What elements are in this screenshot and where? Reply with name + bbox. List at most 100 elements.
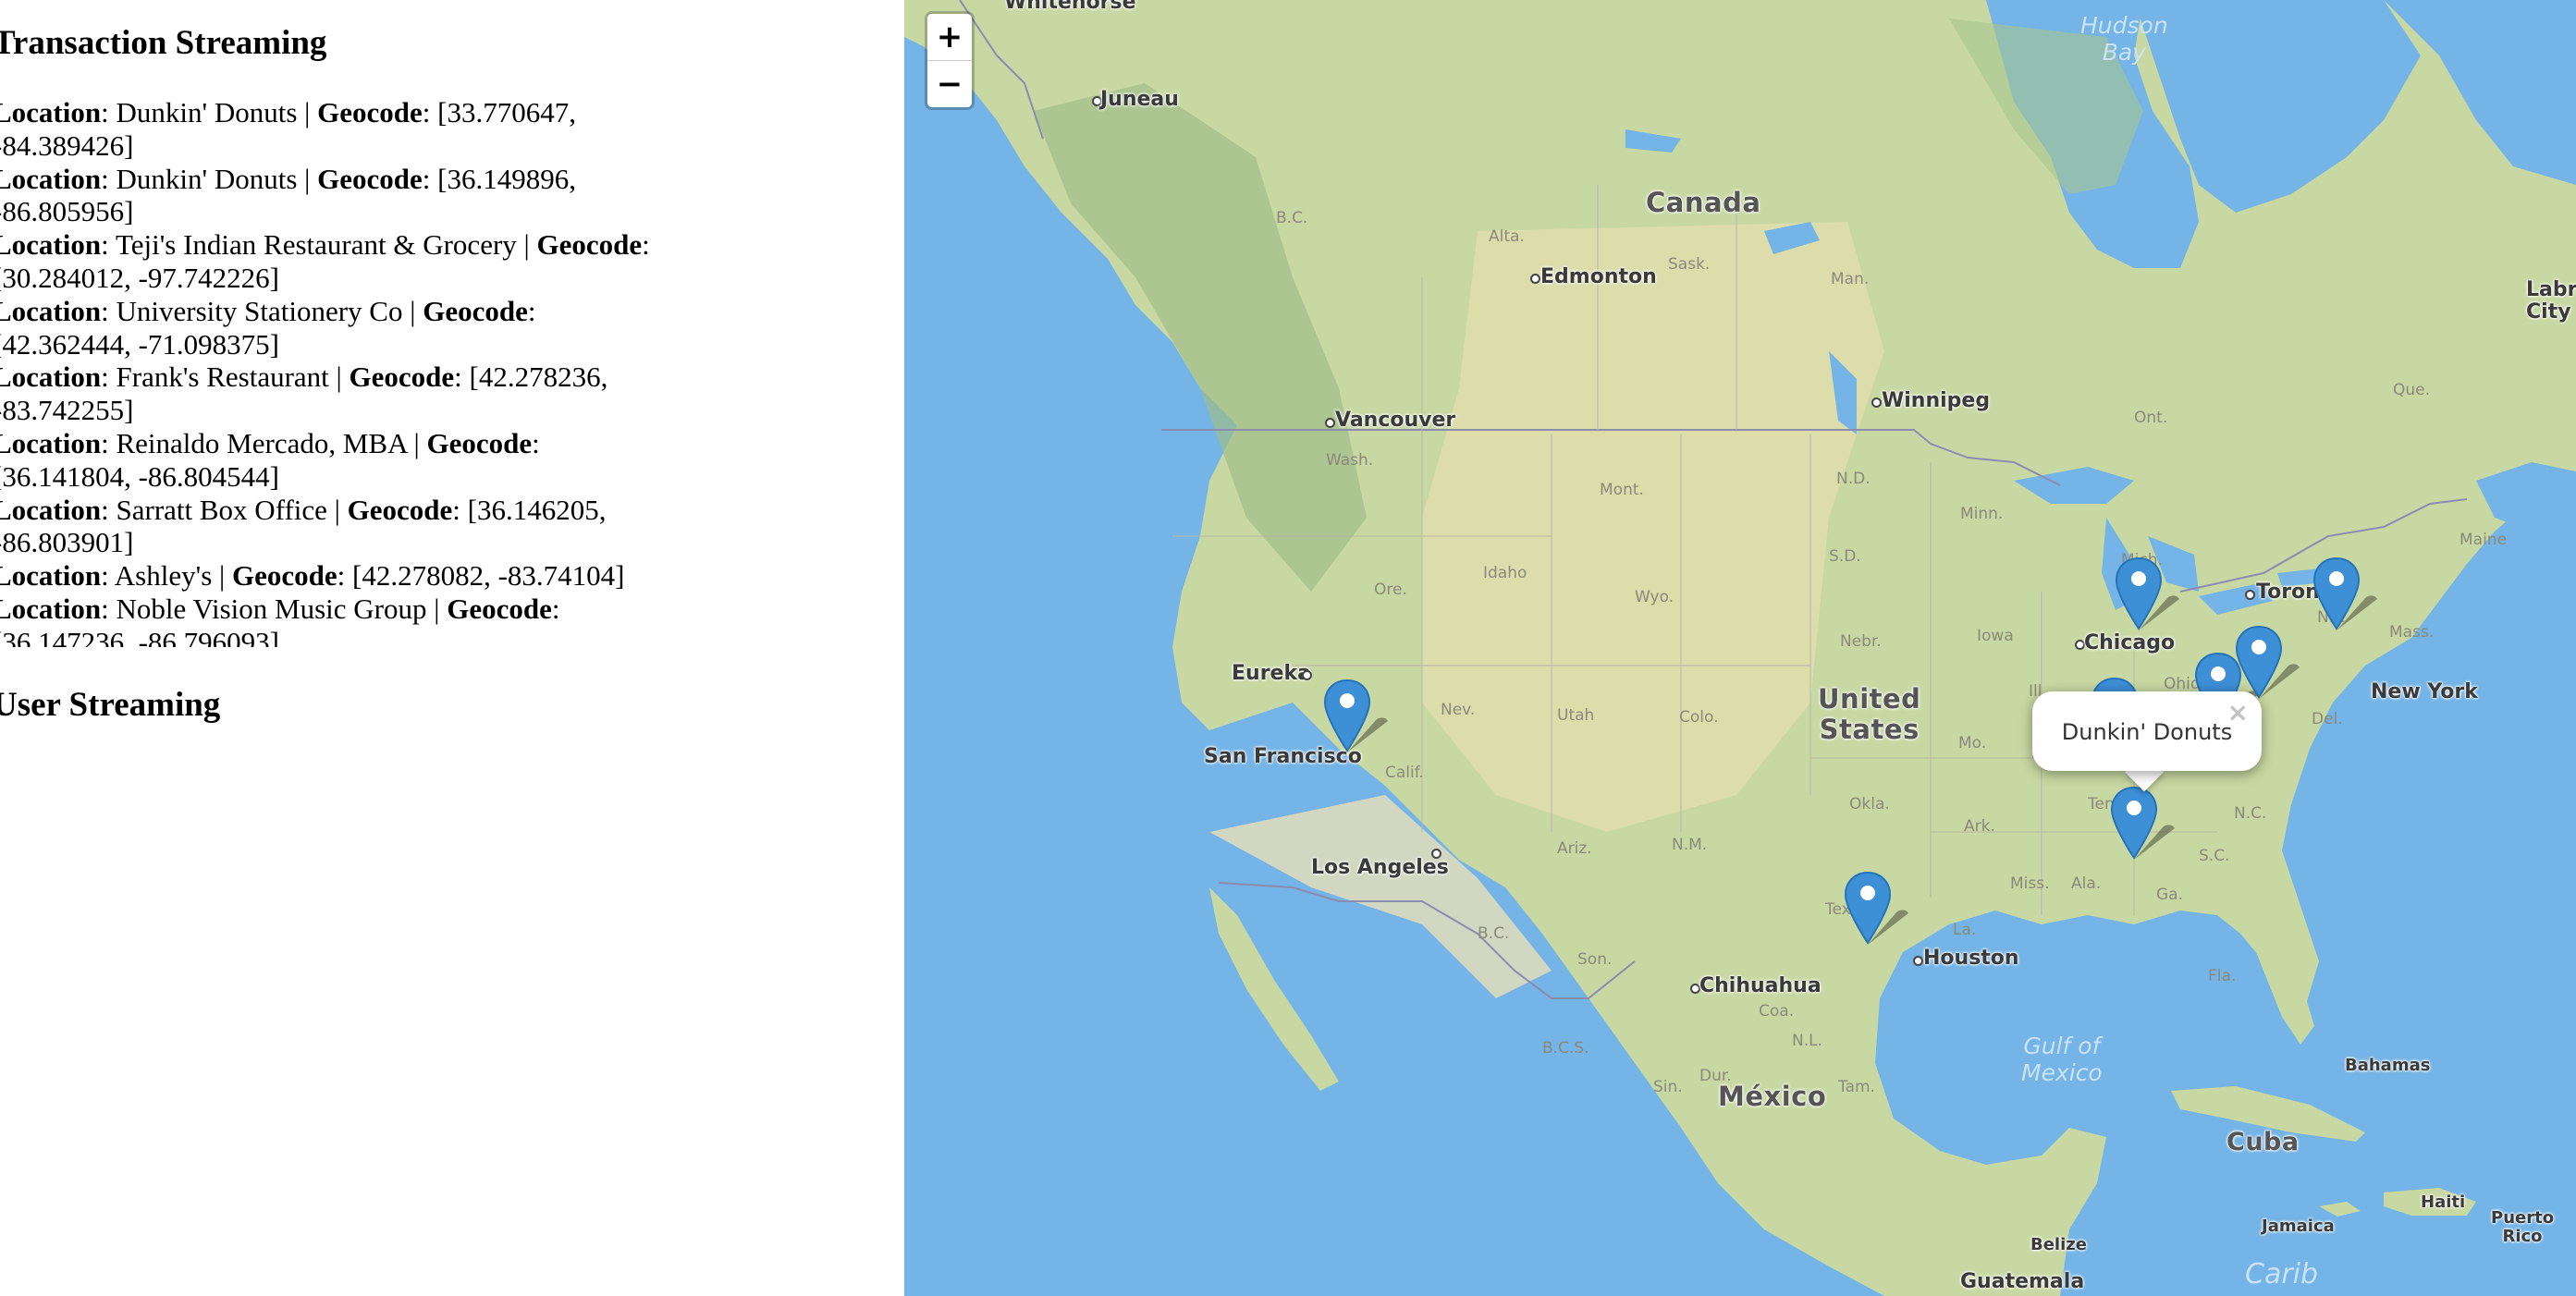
transaction-item: Location: Dunkin' Donuts | Geocode: [36.…	[0, 163, 677, 229]
geocode-value: [42.362444, -71.098375]	[0, 327, 279, 361]
gulf-of-mexico-label: Gulf of Mexico	[2021, 1033, 2103, 1087]
label-mo: Mo.	[1958, 734, 1987, 752]
city-los-angeles: Los Angeles	[1311, 856, 1449, 879]
city-winnipeg: Winnipeg	[1882, 389, 1991, 412]
city-dot-toronto	[2245, 590, 2255, 600]
city-jamaica: Jamaica	[2262, 1217, 2335, 1236]
transaction-item: Location: Reinaldo Mercado, MBA | Geocod…	[0, 427, 677, 494]
transaction-item: Location: Dunkin' Donuts | Geocode: [33.…	[0, 96, 677, 163]
city-labrador-city-line1: Labra	[2526, 278, 2576, 301]
city-labrador-city: Labra City	[2526, 278, 2576, 324]
marker-pin-icon	[2312, 556, 2377, 630]
location-key: Location	[0, 592, 102, 625]
mexico-label: México	[1718, 1081, 1827, 1112]
label-mass: Mass.	[2389, 623, 2435, 642]
city-chicago: Chicago	[2084, 631, 2176, 654]
zoom-in-button[interactable]: +	[927, 14, 972, 60]
label-son: Son.	[1577, 950, 1613, 969]
geocode-key: Geocode	[426, 426, 533, 459]
transaction-item: Location: Frank's Restaurant | Geocode: …	[0, 361, 677, 427]
label-dur: Dur.	[1699, 1067, 1732, 1085]
label-okla: Okla.	[1849, 795, 1890, 813]
label-utah: Utah	[1557, 706, 1595, 725]
label-bcs: B.C.S.	[1542, 1039, 1589, 1058]
label-calif: Calif.	[1385, 764, 1424, 782]
city-dot-houston	[1913, 956, 1923, 966]
cuba-label: Cuba	[2226, 1128, 2300, 1156]
hudson-bay-label-line2: Bay	[2102, 38, 2146, 66]
label-sask: Sask.	[1668, 255, 1711, 274]
map-marker[interactable]	[2115, 556, 2179, 630]
city-dot-winnipeg	[1871, 397, 1882, 408]
location-value: Sarratt Box Office	[116, 493, 327, 526]
map-marker[interactable]	[1844, 871, 1908, 945]
map-marker[interactable]	[2235, 625, 2300, 699]
transaction-item: Location: Noble Vision Music Group | Geo…	[0, 593, 677, 647]
transaction-list[interactable]: Location: Dunkin' Donuts | Geocode: [33.…	[0, 96, 677, 647]
label-alta: Alta.	[1489, 227, 1525, 246]
city-dot-vancouver	[1325, 418, 1335, 428]
streaming-panel: Transaction Streaming Location: Dunkin' …	[0, 0, 904, 1296]
map-view[interactable]: Hudson Bay Gulf of Mexico Carib Canada U…	[904, 0, 2576, 1296]
location-value: Noble Vision Music Group	[116, 592, 427, 625]
city-dot-los-angeles	[1431, 849, 1441, 859]
city-bahamas: Bahamas	[2345, 1056, 2431, 1075]
city-vancouver: Vancouver	[1335, 409, 1456, 432]
city-haiti: Haiti	[2421, 1192, 2466, 1212]
label-wash: Wash.	[1326, 451, 1374, 470]
location-value: Frank's Restaurant	[116, 361, 329, 394]
geocode-value: [36.141804, -86.804544]	[0, 459, 279, 493]
label-nd: N.D.	[1836, 470, 1871, 488]
marker-pin-icon	[2110, 786, 2175, 860]
map-marker[interactable]	[2110, 786, 2175, 860]
label-que: Que.	[2393, 381, 2431, 399]
label-colo: Colo.	[1679, 708, 1719, 727]
geocode-value: [36.147236, -86.796093]	[0, 625, 279, 647]
geocode-key: Geocode	[423, 294, 528, 327]
label-bc: B.C.	[1276, 209, 1308, 227]
location-key: Location	[0, 559, 102, 593]
transaction-streaming-title: Transaction Streaming	[0, 24, 327, 62]
label-miss: Miss.	[2010, 874, 2050, 893]
label-nev: Nev.	[1441, 701, 1476, 719]
zoom-out-button[interactable]: −	[927, 60, 972, 107]
popup-close-button[interactable]: ×	[2227, 697, 2249, 727]
canada-label: Canada	[1646, 187, 1761, 218]
caribbean-label: Carib	[2245, 1258, 2319, 1290]
marker-pin-icon	[1844, 871, 1908, 945]
city-houston: Houston	[1923, 947, 2019, 970]
united-states-label-line1: United	[1818, 683, 1921, 715]
city-puerto-rico-line2: Rico	[2502, 1226, 2543, 1246]
city-eureka: Eureka	[1232, 662, 1311, 685]
label-idaho: Idaho	[1483, 564, 1527, 582]
city-guatemala: Guatemala	[1960, 1270, 2085, 1293]
label-la: La.	[1953, 921, 1977, 939]
city-puerto-rico-line1: Puerto	[2491, 1208, 2555, 1228]
hudson-bay-label: Hudson Bay	[2080, 12, 2168, 67]
marker-pin-icon	[2115, 556, 2179, 630]
map-marker[interactable]	[1323, 679, 1388, 752]
city-chihuahua: Chihuahua	[1699, 974, 1822, 997]
label-nc: N.C.	[2234, 804, 2267, 823]
geocode-key: Geocode	[536, 228, 643, 262]
gulf-of-mexico-label-line1: Gulf of	[2023, 1033, 2101, 1059]
location-key: Location	[0, 96, 102, 128]
map-marker[interactable]	[2312, 556, 2377, 630]
label-mont: Mont.	[1600, 481, 1644, 499]
city-whitehorse: Whitehorse	[1004, 0, 1136, 14]
label-del: Del.	[2312, 710, 2343, 728]
geocode-key: Geocode	[349, 361, 455, 394]
label-sin: Sin.	[1653, 1078, 1683, 1096]
label-ore: Ore.	[1374, 581, 1407, 599]
hudson-bay-label-line1: Hudson	[2080, 12, 2168, 39]
location-key: Location	[0, 361, 102, 394]
transaction-item: Location: Ashley's | Geocode: [42.278082…	[0, 559, 677, 593]
location-key: Location	[0, 162, 102, 195]
city-juneau: Juneau	[1100, 88, 1179, 111]
label-ga: Ga.	[2156, 886, 2183, 904]
geocode-key: Geocode	[317, 96, 423, 128]
label-ark: Ark.	[1964, 817, 1995, 836]
geocode-key: Geocode	[317, 162, 423, 195]
label-man: Man.	[1831, 270, 1870, 288]
transaction-item: Location: University Stationery Co | Geo…	[0, 295, 677, 361]
